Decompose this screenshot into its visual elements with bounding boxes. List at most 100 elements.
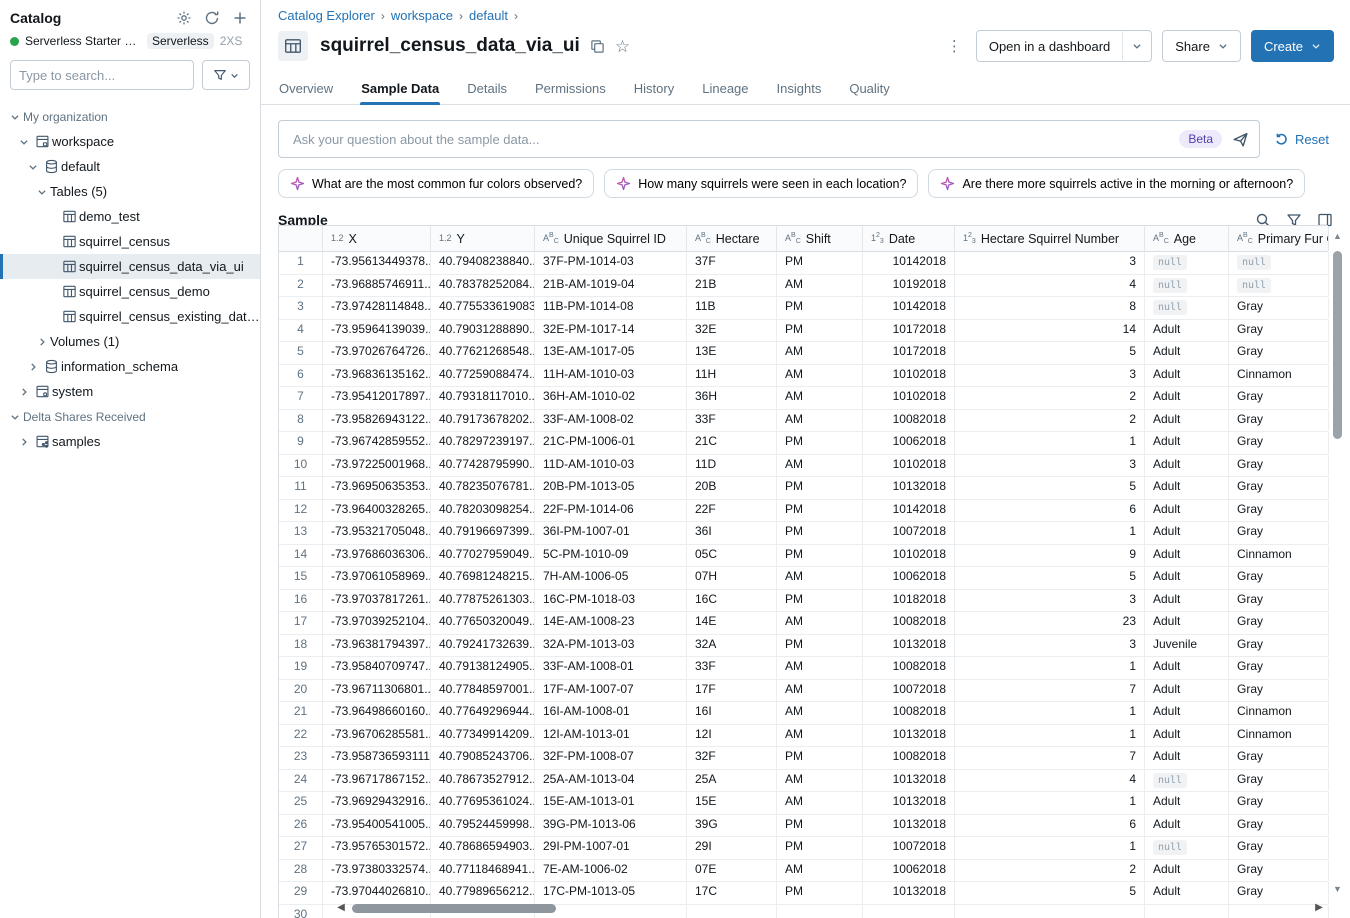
warehouse-name: Serverless Starter Wareho... — [25, 34, 141, 48]
kebab-menu-icon[interactable]: ⋮ — [933, 37, 976, 55]
tree-item-volumes-1[interactable]: Volumes (1) — [0, 329, 260, 354]
table-cell: Gray — [1229, 297, 1329, 319]
tree-item-samples[interactable]: samples — [0, 429, 260, 454]
breadcrumb-separator: › — [514, 9, 518, 23]
horizontal-scroll-thumb[interactable] — [352, 904, 556, 913]
tab-insights[interactable]: Insights — [776, 75, 823, 104]
chevron-right-icon[interactable] — [16, 437, 32, 447]
chevron-right-icon[interactable] — [34, 337, 50, 347]
table-cell: 40.77349914209... — [431, 725, 535, 747]
warehouse-status-icon — [10, 37, 19, 46]
table-cell: 20B — [687, 477, 777, 499]
star-icon[interactable]: ☆ — [615, 38, 630, 55]
table-row: 27-73.95765301572...40.78686594903...29I… — [279, 837, 1328, 860]
tree-item-squirrel-census[interactable]: squirrel_census — [0, 229, 260, 254]
suggested-question-chip[interactable]: How many squirrels were seen in each loc… — [604, 169, 918, 198]
send-icon[interactable] — [1232, 131, 1249, 148]
tree-item-squirrel-census-data-via-ui[interactable]: squirrel_census_data_via_ui — [0, 254, 260, 279]
reset-icon — [1274, 132, 1289, 147]
breadcrumb-catalog-explorer[interactable]: Catalog Explorer — [278, 8, 375, 23]
tree-item-system[interactable]: system — [0, 379, 260, 404]
table-type-icon — [278, 31, 308, 61]
create-button[interactable]: Create — [1251, 30, 1334, 62]
catalog-search-input[interactable] — [10, 60, 194, 90]
table-cell: PM — [777, 545, 863, 567]
tree-item-my-organization[interactable]: My organization — [0, 104, 260, 129]
warehouse-row[interactable]: Serverless Starter Wareho... Serverless … — [0, 30, 260, 58]
table-cell: 07H — [687, 567, 777, 589]
assistant-question-input[interactable] — [291, 131, 1169, 148]
chevron-down-icon[interactable] — [25, 162, 41, 172]
column-header-label: Shift — [806, 232, 831, 246]
open-in-dashboard-chevron-button[interactable] — [1122, 30, 1152, 62]
tab-overview[interactable]: Overview — [278, 75, 334, 104]
chevron-down-icon[interactable] — [16, 137, 32, 147]
tab-permissions[interactable]: Permissions — [534, 75, 607, 104]
scroll-right-icon[interactable]: ▶ — [1312, 901, 1326, 915]
table-cell: 1 — [955, 522, 1145, 544]
chevron-down-icon[interactable] — [34, 187, 50, 197]
chevron-right-icon[interactable] — [16, 387, 32, 397]
table-cell: AM — [777, 725, 863, 747]
vertical-scroll-thumb[interactable] — [1333, 251, 1342, 439]
tree-item-squirrel-census-existing-data[interactable]: squirrel_census_existing_data_... — [0, 304, 260, 329]
row-number: 28 — [279, 860, 323, 882]
refresh-icon[interactable] — [204, 10, 220, 26]
gear-icon[interactable] — [176, 10, 192, 26]
table-cell: 29I-PM-1007-01 — [535, 837, 687, 859]
table-cell: PM — [777, 500, 863, 522]
column-header-x[interactable]: 1.2X — [323, 226, 431, 251]
sparkle-icon — [290, 176, 305, 191]
breadcrumb-default[interactable]: default — [469, 8, 508, 23]
column-header-unique-squirrel-id[interactable]: ABCUnique Squirrel ID — [535, 226, 687, 251]
table-cell: -73.95840709747... — [323, 657, 431, 679]
open-in-dashboard-button[interactable]: Open in a dashboard — [976, 30, 1123, 62]
table-cell: null — [1145, 770, 1229, 792]
suggested-question-chip[interactable]: What are the most common fur colors obse… — [278, 169, 594, 198]
chevron-right-icon[interactable] — [25, 362, 41, 372]
suggested-question-chip[interactable]: Are there more squirrels active in the m… — [928, 169, 1305, 198]
row-number: 15 — [279, 567, 323, 589]
copy-icon[interactable] — [590, 39, 605, 54]
table-cell: 1 — [955, 792, 1145, 814]
table-cell: Adult — [1145, 815, 1229, 837]
tree-item-demo-test[interactable]: demo_test — [0, 204, 260, 229]
column-header-age[interactable]: ABCAge — [1145, 226, 1229, 251]
add-icon[interactable] — [232, 10, 248, 26]
tree-item-workspace[interactable]: workspace — [0, 129, 260, 154]
tab-quality[interactable]: Quality — [848, 75, 890, 104]
tab-lineage[interactable]: Lineage — [701, 75, 749, 104]
share-button[interactable]: Share — [1162, 30, 1241, 62]
chevron-down-icon[interactable] — [7, 412, 23, 422]
column-header-hectare-squirrel-number[interactable]: 123Hectare Squirrel Number — [955, 226, 1145, 251]
column-header-y[interactable]: 1.2Y — [431, 226, 535, 251]
tab-sample-data[interactable]: Sample Data — [360, 75, 440, 104]
catalog-filter-button[interactable] — [202, 60, 250, 90]
table-cell: 10062018 — [863, 860, 955, 882]
scroll-left-icon[interactable]: ◀ — [334, 901, 348, 915]
table-cell: -73.96836135162... — [323, 365, 431, 387]
reset-button[interactable]: Reset — [1274, 132, 1333, 147]
column-header-hectare[interactable]: ABCHectare — [687, 226, 777, 251]
chevron-down-icon[interactable] — [7, 112, 23, 122]
tab-history[interactable]: History — [633, 75, 675, 104]
row-number: 19 — [279, 657, 323, 679]
table-row: 3-73.97428114848...40.77553361908311B-PM… — [279, 297, 1328, 320]
tree-item-squirrel-census-demo[interactable]: squirrel_census_demo — [0, 279, 260, 304]
column-header-shift[interactable]: ABCShift — [777, 226, 863, 251]
tree-item-information-schema[interactable]: information_schema — [0, 354, 260, 379]
column-header-date[interactable]: 123Date — [863, 226, 955, 251]
scroll-up-icon[interactable]: ▲ — [1330, 229, 1344, 243]
tree-item-tables-5[interactable]: Tables (5) — [0, 179, 260, 204]
table-cell: -73.97037817261... — [323, 590, 431, 612]
table-cell: 12I-AM-1013-01 — [535, 725, 687, 747]
tree-item-default[interactable]: default — [0, 154, 260, 179]
column-header-primary-fur-co[interactable]: ABCPrimary Fur Co — [1229, 226, 1329, 251]
table-cell: 40.79408238840... — [431, 252, 535, 274]
scroll-down-icon[interactable]: ▼ — [1330, 882, 1344, 896]
tree-item-delta-shares-received[interactable]: Delta Shares Received — [0, 404, 260, 429]
table-cell: 32A — [687, 635, 777, 657]
breadcrumb-workspace[interactable]: workspace — [391, 8, 453, 23]
table-row: 19-73.95840709747...40.79138124905...33F… — [279, 657, 1328, 680]
tab-details[interactable]: Details — [466, 75, 508, 104]
